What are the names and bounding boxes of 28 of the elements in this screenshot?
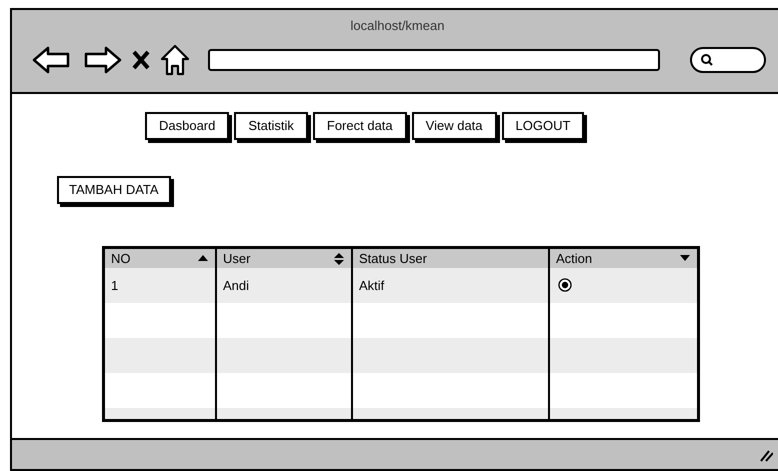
column-label: Action (556, 250, 592, 268)
column-header[interactable]: Status User (351, 249, 548, 268)
column-header[interactable]: NO (105, 249, 215, 268)
forward-icon[interactable] (82, 46, 122, 74)
table-cell: 1 (105, 268, 215, 303)
column-label: Status User (359, 250, 427, 268)
nav-button[interactable]: Dasboard (145, 112, 230, 140)
column-header[interactable]: Action (548, 249, 697, 268)
address-field[interactable] (208, 48, 660, 70)
search-icon (700, 52, 714, 66)
radio-button[interactable] (558, 278, 572, 292)
nav-button[interactable]: LOGOUT (502, 112, 584, 140)
nav-button[interactable]: View data (412, 112, 497, 140)
column-label: User (223, 250, 250, 268)
table-cell: Andi (215, 268, 351, 303)
close-icon[interactable] (132, 50, 150, 70)
resize-grip-icon[interactable] (759, 448, 773, 462)
nav-button[interactable]: Forect data (312, 112, 407, 140)
add-data-button[interactable]: TAMBAH DATA (57, 176, 171, 204)
search-field[interactable] (690, 46, 766, 72)
column-header[interactable]: User (215, 249, 351, 268)
column-label: NO (111, 250, 130, 268)
table-cell: Aktif (351, 268, 548, 303)
back-icon[interactable] (32, 46, 72, 74)
sort-icon[interactable] (333, 252, 345, 264)
window-title: localhost/kmean (350, 17, 446, 35)
home-icon[interactable] (160, 44, 190, 76)
nav-button[interactable]: Statistik (234, 112, 308, 140)
